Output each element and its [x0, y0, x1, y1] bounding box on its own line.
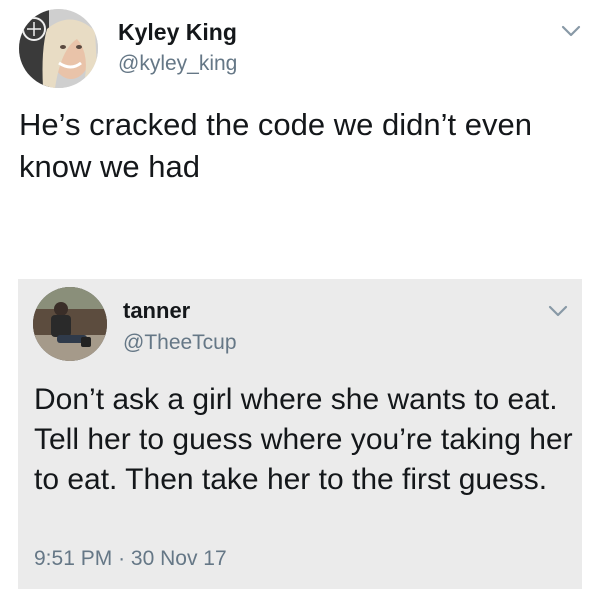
tweet-text: He’s cracked the code we didn’t even kno…: [19, 107, 532, 184]
tweet-screenshot: Kyley King @kyley_king He’s cracked the …: [0, 0, 600, 600]
quoted-tweet-text: Don’t ask a girl where she wants to eat.…: [34, 383, 573, 496]
quoted-author-handle[interactable]: @TheeTcup: [123, 330, 237, 356]
quoted-tweet-card[interactable]: tanner @TheeTcup Don’t ask a girl where …: [18, 279, 582, 589]
quoted-avatar[interactable]: [33, 287, 107, 361]
author-handle[interactable]: @kyley_king: [118, 51, 237, 77]
tweet-date: 30 Nov 17: [130, 547, 227, 570]
quoted-author-name[interactable]: tanner: [123, 298, 190, 324]
author-name[interactable]: Kyley King: [118, 18, 237, 46]
tweet-time: 9:51 PM: [34, 547, 113, 570]
avatar-photo: [19, 9, 98, 88]
timestamp-separator: ·: [118, 547, 126, 570]
quoted-avatar-photo: [33, 287, 107, 361]
chevron-down-icon[interactable]: [560, 24, 582, 38]
chevron-down-icon[interactable]: [547, 304, 569, 318]
tweet-timestamp[interactable]: 9:51 PM · 30 Nov 17: [34, 546, 227, 572]
avatar[interactable]: [19, 9, 98, 88]
